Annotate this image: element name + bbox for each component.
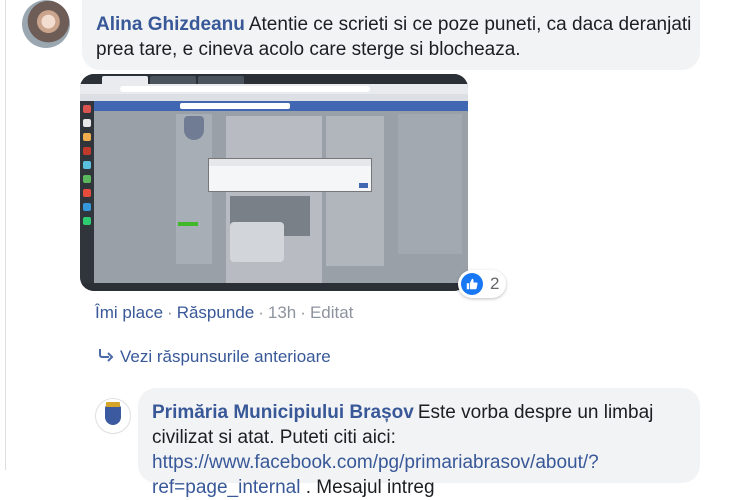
- dock-app-icon: [83, 189, 91, 197]
- browser-tab: [150, 76, 196, 84]
- comment-attached-image[interactable]: [80, 74, 468, 291]
- dock-app-icon: [83, 175, 91, 183]
- comment-actions: Îmi place · Răspunde · 13h · Editat: [95, 302, 353, 324]
- browser-tab: [198, 76, 244, 84]
- page-green-button: [178, 222, 198, 226]
- dock-app-icon: [83, 161, 91, 169]
- comment-author[interactable]: Alina Ghizdeanu: [96, 14, 245, 35]
- view-previous-replies[interactable]: Vezi răspunsurile anterioare: [98, 346, 331, 369]
- dialog-close-button: [359, 183, 368, 188]
- like-link[interactable]: Îmi place: [95, 303, 163, 322]
- thumbs-up-icon: [461, 273, 483, 295]
- crest-shield: [105, 405, 121, 425]
- city-crest-icon[interactable]: [95, 398, 131, 434]
- page-ads-column: [398, 114, 462, 254]
- feed-photo-snow: [230, 222, 284, 262]
- separator-dot: ·: [300, 303, 306, 322]
- facebook-search-field: [180, 103, 290, 109]
- dock-app-icon: [83, 217, 91, 225]
- comment-timestamp[interactable]: 13h: [268, 303, 296, 322]
- crest-crown: [106, 402, 120, 407]
- os-dock: [80, 101, 94, 291]
- reply-author[interactable]: Primăria Municipiului Brașov: [152, 402, 414, 423]
- dialog-header: [209, 159, 371, 166]
- dock-app-icon: [83, 105, 91, 113]
- browser-tab: [102, 76, 148, 84]
- dock-app-icon: [83, 147, 91, 155]
- separator-dot: ·: [258, 303, 264, 322]
- thread-divider: [5, 0, 6, 470]
- reaction-summary[interactable]: 2: [458, 270, 506, 298]
- os-taskbar: [80, 283, 468, 291]
- reaction-count: 2: [490, 274, 500, 293]
- dock-app-icon: [83, 133, 91, 141]
- dock-app-icon: [83, 203, 91, 211]
- dock-app-icon: [83, 119, 91, 127]
- avatar-alina[interactable]: [22, 0, 70, 48]
- browser-bookmarks-bar: [80, 94, 468, 101]
- edited-label[interactable]: Editat: [310, 303, 353, 322]
- separator-dot: ·: [167, 303, 173, 322]
- reply-text-block: Primăria Municipiului Brașov Este vorba d…: [152, 400, 692, 500]
- reply-text-tail: . Mesajul intreg: [305, 477, 435, 498]
- browser-url-field: [120, 86, 370, 92]
- reply-arrow-icon: [98, 347, 120, 369]
- view-previous-replies-label[interactable]: Vezi răspunsurile anterioare: [120, 347, 331, 366]
- facebook-dialog: [208, 158, 372, 192]
- page-crest-image: [184, 116, 204, 140]
- reply-link[interactable]: Răspunde: [177, 303, 255, 322]
- comment-text-block: Alina Ghizdeanu Atentie ce scrieti si ce …: [96, 12, 696, 62]
